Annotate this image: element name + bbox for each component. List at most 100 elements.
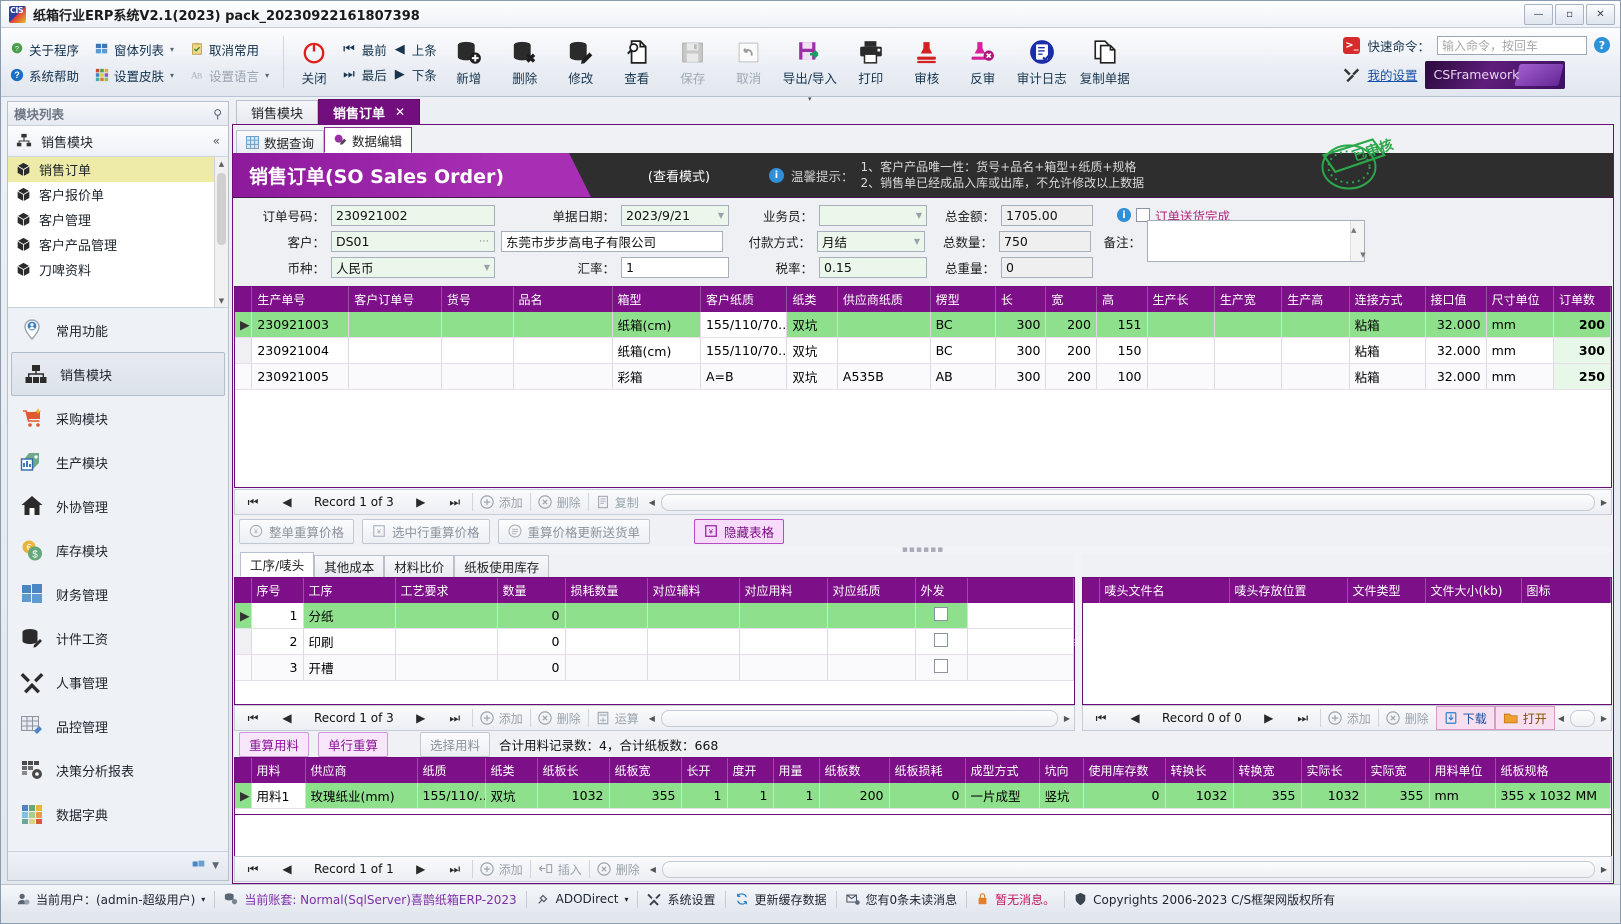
- file-open-button[interactable]: 打开: [1495, 706, 1555, 730]
- cell-joint-method[interactable]: 粘箱: [1349, 312, 1425, 338]
- col-paper-class[interactable]: 纸类: [787, 287, 838, 312]
- cell-width[interactable]: 200: [1046, 338, 1097, 364]
- payment-input[interactable]: 月结 ▼: [817, 231, 925, 252]
- cell-tech-req[interactable]: [395, 655, 497, 681]
- sidebar-item-customer-quote[interactable]: 客户报价单: [8, 182, 228, 207]
- col-outsource[interactable]: 外发: [915, 578, 967, 603]
- cell-joint-value[interactable]: 32.000: [1425, 338, 1486, 364]
- cell-material[interactable]: 用料1: [251, 783, 305, 809]
- hide-table-button[interactable]: ¥ 隐藏表格: [694, 519, 784, 544]
- nav-last-button[interactable]: ⏭: [438, 491, 472, 513]
- col-material[interactable]: 用料: [251, 758, 305, 783]
- col-prod-length[interactable]: 生产长: [1147, 287, 1214, 312]
- cell-length[interactable]: 300: [995, 312, 1046, 338]
- grid-horizontal-scrollbar[interactable]: [661, 494, 1595, 511]
- cell-product-name[interactable]: [513, 364, 612, 390]
- col-aux-material[interactable]: 对应辅料: [647, 578, 739, 603]
- col-prod-height[interactable]: 生产高: [1282, 287, 1349, 312]
- copy-doc-button[interactable]: 复制单据: [1073, 28, 1137, 96]
- status-no-message[interactable]: 暂无消息。: [967, 889, 1064, 909]
- nav-first-button[interactable]: ⏮ 最前: [343, 40, 387, 59]
- tab-sales-module[interactable]: 销售模块: [236, 100, 318, 124]
- cell-paper-quality[interactable]: [827, 629, 915, 655]
- cell-process[interactable]: 分纸: [303, 603, 395, 629]
- col-width[interactable]: 宽: [1046, 287, 1097, 312]
- recalc-material-button[interactable]: 重算用料: [239, 732, 309, 757]
- col-forming-method[interactable]: 成型方式: [965, 758, 1039, 783]
- cell-size-unit[interactable]: mm: [1486, 364, 1553, 390]
- cell-customer-paper[interactable]: 155/110/70…: [700, 312, 786, 338]
- cell-order-qty[interactable]: 250: [1553, 364, 1610, 390]
- material-insert-button[interactable]: 插入: [531, 858, 589, 880]
- cell-board-count[interactable]: 200: [819, 783, 889, 809]
- col-board-spec[interactable]: 纸板规格: [1495, 758, 1611, 783]
- scroll-down-icon[interactable]: ▼: [215, 294, 228, 307]
- scroll-right-icon[interactable]: ▶: [1598, 714, 1610, 723]
- cell-production-no[interactable]: 230921004: [252, 338, 349, 364]
- status-refresh-cache[interactable]: 更新缓存数据: [726, 889, 836, 909]
- cell-convert-length[interactable]: 1032: [1165, 783, 1233, 809]
- cell-seq[interactable]: 1: [251, 603, 303, 629]
- grid-copy-button[interactable]: 复制: [589, 491, 646, 513]
- outsource-checkbox[interactable]: [934, 659, 948, 673]
- sidebar-module-outsource[interactable]: 外协管理: [8, 484, 228, 528]
- close-button[interactable]: ✕: [1586, 4, 1615, 25]
- recalc-single-row-button[interactable]: 单行重算: [318, 732, 388, 757]
- cell-production-no[interactable]: 230921003: [252, 312, 349, 338]
- table-row[interactable]: 2 印刷 0: [235, 629, 1074, 655]
- cancel-favorite-button[interactable]: 取消常用: [187, 39, 262, 60]
- tab-material-compare[interactable]: 材料比价: [384, 555, 454, 577]
- status-system-settings[interactable]: 系统设置: [638, 889, 724, 909]
- col-flute-type[interactable]: 楞型: [930, 287, 995, 312]
- col-loss-qty[interactable]: 损耗数量: [565, 578, 647, 603]
- set-language-button[interactable]: AB 设置语言 ▾: [187, 65, 272, 86]
- select-material-button[interactable]: 选择用料: [420, 732, 490, 757]
- col-file-name[interactable]: 唛头文件名: [1099, 578, 1229, 603]
- cell-actual-width[interactable]: 355: [1365, 783, 1429, 809]
- table-row[interactable]: ▶ 1 分纸 0: [235, 603, 1074, 629]
- cell-seq[interactable]: 3: [251, 655, 303, 681]
- col-size-unit[interactable]: 尺寸单位: [1486, 287, 1553, 312]
- scroll-right-icon[interactable]: ▶: [1061, 714, 1073, 723]
- cell-process[interactable]: 印刷: [303, 629, 395, 655]
- cell-joint-method[interactable]: 粘箱: [1349, 338, 1425, 364]
- file-horizontal-scrollbar[interactable]: [1570, 710, 1595, 727]
- cell-flute-direction[interactable]: 竖坑: [1039, 783, 1083, 809]
- quick-command-help-icon[interactable]: ?: [1594, 37, 1610, 53]
- cell-paper-class[interactable]: 双坑: [787, 338, 838, 364]
- cell-aux-material[interactable]: [647, 603, 739, 629]
- cell-joint-value[interactable]: 32.000: [1425, 312, 1486, 338]
- cell-height[interactable]: 150: [1096, 338, 1147, 364]
- col-material[interactable]: 对应用料: [739, 578, 827, 603]
- status-connection-mode[interactable]: ADODirect ▾: [527, 889, 638, 909]
- status-current-user[interactable]: 当前用户：(admin-超级用户) ▾: [7, 889, 214, 909]
- sidebar-scrollbar[interactable]: ▲ ▼: [214, 157, 228, 307]
- grid-add-button[interactable]: 添加: [473, 491, 530, 513]
- col-product-name[interactable]: 品名: [513, 287, 612, 312]
- remark-textarea[interactable]: ▲ ▼: [1147, 220, 1365, 262]
- nav-first-button[interactable]: ⏮: [236, 491, 270, 513]
- sidebar-module-hr[interactable]: 人事管理: [8, 660, 228, 704]
- cell-loss-qty[interactable]: [565, 603, 647, 629]
- col-seq[interactable]: 序号: [251, 578, 303, 603]
- cell-prod-width[interactable]: [1214, 312, 1281, 338]
- col-paper-quality[interactable]: 对应纸质: [827, 578, 915, 603]
- process-delete-button[interactable]: 删除: [531, 707, 588, 729]
- cell-process[interactable]: 开槽: [303, 655, 395, 681]
- cell-flute-type[interactable]: BC: [930, 338, 995, 364]
- nav-prev-button[interactable]: ◀: [270, 707, 304, 729]
- close-form-button[interactable]: 关闭: [289, 28, 339, 96]
- remark-scrollbar[interactable]: ▲ ▼: [1350, 221, 1364, 261]
- sidebar-module-data-dict[interactable]: 数据字典: [8, 792, 228, 836]
- col-height[interactable]: 高: [1096, 287, 1147, 312]
- modify-button[interactable]: 修改: [553, 28, 609, 96]
- cell-paper-class[interactable]: 双坑: [485, 783, 537, 809]
- cell-length[interactable]: 300: [995, 338, 1046, 364]
- chevron-down-icon[interactable]: ▼: [916, 211, 922, 220]
- sidebar-group-header[interactable]: 销售模块 «: [8, 126, 228, 157]
- cell-length-out[interactable]: 1: [681, 783, 727, 809]
- cell-customer-order-no[interactable]: [349, 364, 442, 390]
- cell-production-no[interactable]: 230921005: [252, 364, 349, 390]
- cell-box-type[interactable]: 彩箱: [612, 364, 700, 390]
- cell-prod-height[interactable]: [1282, 338, 1349, 364]
